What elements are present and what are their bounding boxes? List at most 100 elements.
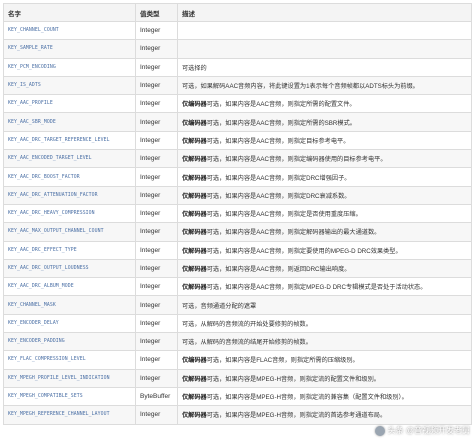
description-cell: [177, 39, 472, 59]
header-row: 名字 值类型 描述: [3, 3, 472, 22]
table-row: KEY_AAC_MAX_OUTPUT_CHANNEL_COUNT Integer 仅…: [3, 222, 472, 242]
table-body: KEY_CHANNEL_COUNT Integer KEY_SAMPLE_RATE I…: [3, 20, 472, 425]
key-name-cell: KEY_IS_ADTS: [3, 75, 136, 96]
description-cell: [177, 20, 472, 41]
description-qualifier: 仅编码器: [182, 101, 207, 109]
description-qualifier: 仅解码器: [182, 412, 207, 420]
value-type-cell: Integer: [135, 167, 178, 187]
description-cell: 可选，从解码的音频流的结尾开始修剪的帧数。: [177, 332, 472, 352]
table-row: KEY_AAC_DRC_TARGET_REFERENCE_LEVEL Intege…: [3, 130, 472, 151]
key-name-cell: KEY_SAMPLE_RATE: [3, 39, 136, 59]
table-row: KEY_CHANNEL_COUNT Integer: [3, 20, 472, 41]
key-name-cell: KEY_PCM_ENCODING: [3, 57, 136, 77]
value-type-cell: Integer: [135, 57, 178, 77]
value-type-cell: Integer: [135, 203, 178, 224]
key-name-cell: KEY_AAC_DRC_EFFECT_TYPE: [3, 240, 136, 260]
value-type-cell: Integer: [135, 222, 178, 242]
description-text: 可选，如果解码AAC音频内容，将此键设置为1表示每个音频帧都以ADTS标头为前缀…: [182, 83, 419, 91]
value-type-cell: Integer: [135, 405, 178, 425]
table-row: KEY_AAC_DRC_ATTENUATION_FACTOR Integer 仅解码…: [3, 185, 472, 205]
value-type-cell: Integer: [135, 295, 178, 315]
description-text: 可选，如果内容是FLAC音频，则指定所需的压缩级别。: [206, 357, 359, 365]
value-type-cell: ByteBuffer: [135, 386, 178, 407]
description-cell: 仅解码器可选，如果内容是AAC音频，则指定DRC衰减系数。: [177, 185, 472, 205]
description-cell: 仅解码器可选，如果内容是AAC音频，则指定是否使用重度压缩。: [177, 203, 472, 224]
key-name-cell: KEY_MPEGH_COMPATIBLE_SETS: [3, 386, 136, 407]
key-name-cell: KEY_AAC_MAX_OUTPUT_CHANNEL_COUNT: [3, 222, 136, 242]
key-name-cell: KEY_ENCODER_DELAY: [3, 313, 136, 334]
description-qualifier: 仅解码器: [182, 375, 207, 383]
description-cell: 可选，音频通道分配的遮罩: [177, 295, 472, 315]
description-cell: 仅解码器可选，如果内容是AAC音频，则指定目标参考电平。: [177, 130, 472, 151]
description-qualifier: 仅解码器: [182, 229, 207, 237]
description-text: 可选，如果内容是MPEG-H音频，则指定流的兼容集（配置文件和级别）。: [206, 394, 408, 402]
description-text: 可选，从解码的音频流的结尾开始修剪的帧数。: [182, 339, 312, 347]
key-name-cell: KEY_ENCODER_PADDING: [3, 332, 136, 352]
table-row: KEY_PCM_ENCODING Integer 可选择的: [3, 57, 472, 77]
description-qualifier: 仅解码器: [182, 137, 207, 145]
key-name-cell: KEY_AAC_PROFILE: [3, 94, 136, 114]
value-type-cell: Integer: [135, 368, 178, 388]
key-name-cell: KEY_CHANNEL_MASK: [3, 295, 136, 315]
key-name-cell: KEY_CHANNEL_COUNT: [3, 20, 136, 41]
table-row: KEY_SAMPLE_RATE Integer: [3, 39, 472, 59]
description-qualifier: 仅编码器: [182, 119, 207, 127]
description-cell: 仅编码器可选，如果内容是FLAC音频，则指定所需的压缩级别。: [177, 350, 472, 370]
description-cell: 仅解码器可选，如果内容是AAC音频，则指定解码器输出的最大通道数。: [177, 222, 472, 242]
table-row: KEY_FLAC_COMPRESSION_LEVEL Integer 仅编码器可选，…: [3, 350, 472, 370]
value-type-cell: Integer: [135, 20, 178, 41]
description-qualifier: 仅编码器: [182, 357, 207, 365]
description-text: 可选，从解码的音频流的开始处要修剪的帧数。: [182, 320, 312, 328]
key-name-cell: KEY_FLAC_COMPRESSION_LEVEL: [3, 350, 136, 370]
description-text: 可选，如果内容是AAC音频，则指定所需的SBR模式。: [206, 119, 356, 127]
description-text: 可选，如果内容是AAC音频，则指定解码器输出的最大通道数。: [206, 229, 381, 237]
header-value-type: 值类型: [135, 3, 178, 22]
watermark: 头条 @音视频开发老舅: [374, 425, 470, 436]
description-cell: 仅解码器可选，如果内容是AAC音频，则指定要使用的MPEG-D DRC效果类型。: [177, 240, 472, 260]
description-text: 可选择的: [182, 64, 207, 72]
description-text: 可选，音频通道分配的遮罩: [182, 302, 257, 310]
table-row: KEY_ENCODER_DELAY Integer 可选，从解码的音频流的开始处要修…: [3, 313, 472, 334]
description-cell: 可选择的: [177, 57, 472, 77]
key-name-cell: KEY_AAC_DRC_ATTENUATION_FACTOR: [3, 185, 136, 205]
value-type-cell: Integer: [135, 75, 178, 96]
value-type-cell: Integer: [135, 332, 178, 352]
table-row: KEY_AAC_PROFILE Integer 仅编码器可选，如果内容是AAC音频，…: [3, 94, 472, 114]
description-cell: 仅解码器可选，如果内容是AAC音频，则指定DRC增强因子。: [177, 167, 472, 187]
table-row: KEY_AAC_ENCODED_TARGET_LEVEL Integer 仅解码器可…: [3, 149, 472, 169]
description-qualifier: 仅解码器: [182, 266, 207, 273]
key-name-cell: KEY_MPEGH_REFERENCE_CHANNEL_LAYOUT: [3, 405, 136, 425]
description-cell: 仅解码器可选，如果内容是MPEG-H音频，则指定流的配置文件和级别。: [177, 368, 472, 388]
key-name-cell: KEY_AAC_DRC_TARGET_REFERENCE_LEVEL: [3, 130, 136, 151]
description-text: 可选，如果内容是AAC音频，则指定所需的配置文件。: [206, 101, 356, 109]
description-cell: 仅编码器可选，如果内容是AAC音频，则指定所需的SBR模式。: [177, 112, 472, 132]
header-name: 名字: [3, 3, 136, 22]
description-cell: 仅编码器可选，如果内容是AAC音频，则指定所需的配置文件。: [177, 94, 472, 114]
description-qualifier: 仅解码器: [182, 284, 207, 292]
description-text: 可选，如果内容是AAC音频，则指定要使用的MPEG-D DRC效果类型。: [206, 247, 402, 255]
value-type-cell: Integer: [135, 277, 178, 297]
table-header: 名字 值类型 描述: [3, 3, 472, 22]
key-name-cell: KEY_AAC_DRC_OUTPUT_LOUDNESS: [3, 258, 136, 279]
value-type-cell: Integer: [135, 149, 178, 169]
key-name-cell: KEY_MPEGH_PROFILE_LEVEL_INDICATION: [3, 368, 136, 388]
value-type-cell: Integer: [135, 94, 178, 114]
description-qualifier: 仅解码器: [182, 192, 207, 200]
key-name-cell: KEY_AAC_DRC_BOOST_FACTOR: [3, 167, 136, 187]
audio-format-keys-table: 名字 值类型 描述 KEY_CHANNEL_COUNT Integer KEY_SA…: [3, 3, 472, 425]
description-cell: 仅解码器可选，如果内容是MPEG-H音频，则指定流的兼容集（配置文件和级别）。: [177, 386, 472, 407]
key-name-cell: KEY_AAC_SBR_MODE: [3, 112, 136, 132]
description-text: 可选，如果内容是AAC音频，则指定DRC增强因子。: [206, 174, 351, 182]
description-text: 可选，如果内容是AAC音频，则返回DRC输出响度。: [206, 266, 351, 273]
table-row: KEY_ENCODER_PADDING Integer 可选，从解码的音频流的结尾开…: [3, 332, 472, 352]
description-qualifier: 仅解码器: [182, 247, 207, 255]
key-name-cell: KEY_AAC_ENCODED_TARGET_LEVEL: [3, 149, 136, 169]
description-cell: 仅解码器可选，如果内容是AAC音频，则指定MPEG-D DRC专辑模式是否处于活…: [177, 277, 472, 297]
table-row: KEY_AAC_DRC_OUTPUT_LOUDNESS Integer 仅解码器可选…: [3, 258, 472, 279]
description-text: 可选，如果内容是AAC音频，则指定是否使用重度压缩。: [206, 211, 362, 219]
description-qualifier: 仅解码器: [182, 156, 207, 164]
description-text: 可选，如果内容是AAC音频，则指定MPEG-D DRC专辑模式是否处于活动状态。: [206, 284, 427, 292]
description-text: 可选，如果内容是MPEG-H音频，则指定流的配置文件和级别。: [206, 375, 380, 383]
description-text: 可选，如果内容是AAC音频，则指定编码器使用的目标参考电平。: [206, 156, 387, 164]
description-cell: 可选，如果解码AAC音频内容，将此键设置为1表示每个音频帧都以ADTS标头为前缀…: [177, 75, 472, 96]
